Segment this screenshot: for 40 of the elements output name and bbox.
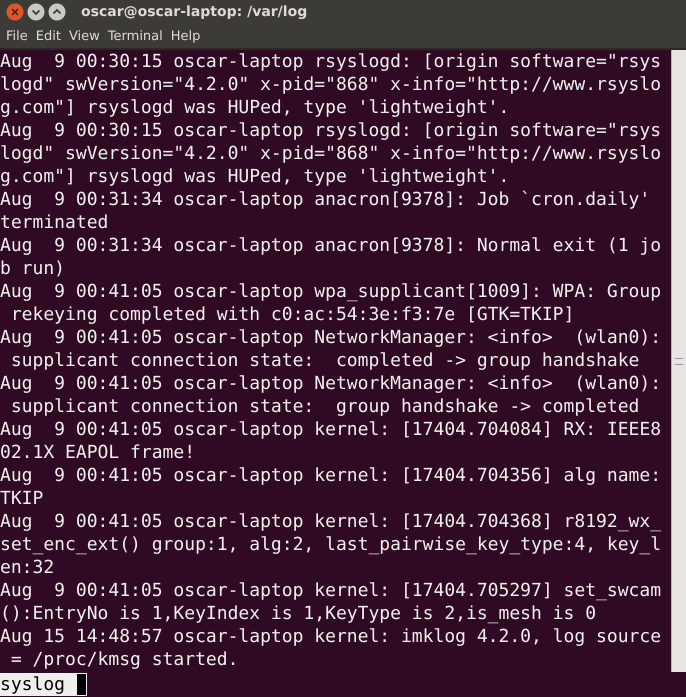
log-line: Aug 9 00:30:15 oscar-laptop rsyslogd: [origin software="rsys	[0, 50, 662, 73]
minimize-icon[interactable]	[27, 3, 45, 21]
log-line: Aug 9 00:41:05 oscar-laptop kernel: [17404.705297] set_swcam	[0, 579, 662, 602]
scrollbar[interactable]	[671, 50, 686, 672]
log-line: supplicant connection state: group handshake -> completed	[10, 395, 640, 418]
pager-prompt: syslog	[0, 673, 76, 696]
log-line: = /proc/kmsg started.	[10, 648, 238, 671]
window-title: oscar@oscar-laptop: /var/log	[81, 4, 308, 20]
log-line: terminated	[0, 211, 108, 234]
log-line: Aug 9 00:41:05 oscar-laptop kernel: [17404.704356] alg name:	[0, 464, 662, 487]
menu-item[interactable]: Edit	[34, 28, 63, 44]
menu-item[interactable]: Help	[168, 28, 202, 44]
maximize-icon[interactable]	[48, 3, 66, 21]
log-line: Aug 9 00:41:05 oscar-laptop wpa_supplicant[1009]: WPA: Group	[0, 280, 662, 303]
log-line: en:32	[0, 556, 54, 579]
log-line: Aug 9 00:31:34 oscar-laptop anacron[9378]: Job `cron.daily'	[0, 188, 650, 211]
scrollbar-grip-icon[interactable]	[675, 358, 683, 364]
log-line: Aug 9 00:31:34 oscar-laptop anacron[9378]: Normal exit (1 jo	[0, 234, 662, 257]
log-line: 02.1X EAPOL frame!	[0, 441, 196, 464]
menu-item[interactable]: File	[4, 28, 30, 44]
log-line: rekeying completed with c0:ac:54:3e:f3:7e [GTK=TKIP]	[10, 303, 574, 326]
log-line: logd" swVersion="4.2.0" x-pid="868" x-info="http://www.rsyslo	[0, 142, 662, 165]
log-line: g.com"] rsyslogd was HUPed, type 'lightweight'.	[0, 96, 510, 119]
text-cursor	[76, 673, 88, 696]
log-line: logd" swVersion="4.2.0" x-pid="868" x-info="http://www.rsyslo	[0, 73, 662, 96]
log-line: Aug 9 00:41:05 oscar-laptop NetworkManager: <info> (wlan0):	[0, 326, 662, 349]
log-line: Aug 9 00:41:05 oscar-laptop NetworkManager: <info> (wlan0):	[0, 372, 662, 395]
log-line: set_enc_ext() group:1, alg:2, last_pairwise_key_type:4, key_l	[0, 533, 662, 556]
log-line: TKIP	[0, 487, 44, 510]
close-icon[interactable]	[6, 3, 24, 21]
log-line: Aug 15 14:48:57 oscar-laptop kernel: imklog 4.2.0, log source	[0, 625, 662, 648]
log-line: g.com"] rsyslogd was HUPed, type 'lightweight'.	[0, 165, 510, 188]
log-line: ():EntryNo is 1,KeyIndex is 1,KeyType is 2,is_mesh is 0	[0, 602, 596, 625]
log-line: supplicant connection state: completed -> group handshake	[10, 349, 640, 372]
menu-item[interactable]: Terminal	[106, 28, 165, 44]
log-line: Aug 9 00:41:05 oscar-laptop kernel: [17404.704084] RX: IEEE8	[0, 418, 662, 441]
log-line: b run)	[0, 257, 66, 280]
log-line: Aug 9 00:30:15 oscar-laptop rsyslogd: [origin software="rsys	[0, 119, 662, 142]
log-line: Aug 9 00:41:05 oscar-laptop kernel: [17404.704368] r8192_wx_	[0, 510, 662, 533]
menu-item[interactable]: View	[66, 28, 102, 44]
